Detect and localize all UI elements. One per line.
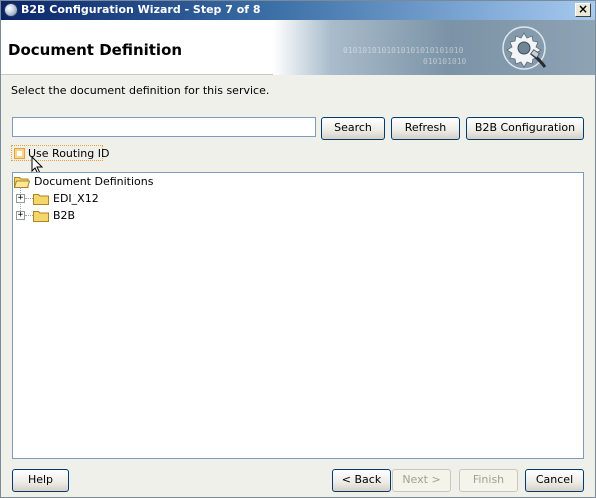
back-button[interactable]: < Back: [332, 469, 391, 492]
title-bar[interactable]: B2B Configuration Wizard - Step 7 of 8 ×: [1, 1, 595, 20]
cancel-button-label: Cancel: [535, 473, 574, 486]
banner-binary-text: 010101010: [423, 57, 467, 66]
finish-button[interactable]: Finish: [459, 469, 518, 492]
tree-node-label: B2B: [53, 209, 76, 222]
wizard-header: Document Definition 01010101010101010101…: [1, 20, 595, 75]
gear-connector-icon: [502, 26, 547, 70]
back-button-label: < Back: [341, 473, 382, 486]
close-icon: ×: [577, 2, 589, 16]
folder-icon: [33, 194, 49, 205]
next-button[interactable]: Next >: [392, 469, 451, 492]
help-button-label: Help: [27, 473, 54, 486]
refresh-button-label: Refresh: [404, 121, 447, 134]
app-icon: [4, 3, 18, 17]
tree-node-b2b[interactable]: B2B: [33, 208, 233, 224]
tree-connector: [25, 215, 33, 216]
tree-root-node[interactable]: Document Definitions: [14, 174, 214, 190]
close-button[interactable]: ×: [575, 3, 591, 17]
expand-b2b-button[interactable]: +: [16, 211, 25, 220]
folder-open-icon: [14, 177, 30, 188]
instruction-text: Select the document definition for this …: [11, 84, 270, 97]
page-title: Document Definition: [8, 41, 183, 59]
banner-binary-text: 0101010101010101010101010: [343, 46, 464, 55]
document-definitions-tree[interactable]: Document Definitions + EDI_X12 + B2B: [12, 172, 584, 459]
cancel-button[interactable]: Cancel: [525, 469, 584, 492]
tree-connector: [25, 198, 33, 199]
wizard-window: B2B Configuration Wizard - Step 7 of 8 ×…: [0, 0, 596, 498]
window-title: B2B Configuration Wizard - Step 7 of 8: [21, 3, 261, 16]
b2b-configuration-button[interactable]: B2B Configuration: [466, 117, 584, 140]
use-routing-id-checkbox[interactable]: Use Routing ID: [11, 145, 109, 161]
header-banner: 0101010101010101010101010 010101010: [273, 20, 595, 75]
refresh-button[interactable]: Refresh: [391, 117, 460, 140]
tree-node-label: EDI_X12: [53, 192, 99, 205]
expand-edi-x12-button[interactable]: +: [16, 194, 25, 203]
tree-root-label: Document Definitions: [34, 175, 154, 188]
help-button[interactable]: Help: [12, 469, 69, 492]
b2b-configuration-button-label: B2B Configuration: [474, 121, 576, 134]
search-button[interactable]: Search: [321, 117, 385, 140]
search-input[interactable]: [12, 117, 316, 137]
folder-icon: [33, 211, 49, 222]
checkbox-box[interactable]: [14, 148, 25, 159]
tree-node-edi-x12[interactable]: EDI_X12: [33, 191, 233, 207]
next-button-label: Next >: [402, 473, 441, 486]
search-button-label: Search: [334, 121, 372, 134]
finish-button-label: Finish: [472, 473, 505, 486]
